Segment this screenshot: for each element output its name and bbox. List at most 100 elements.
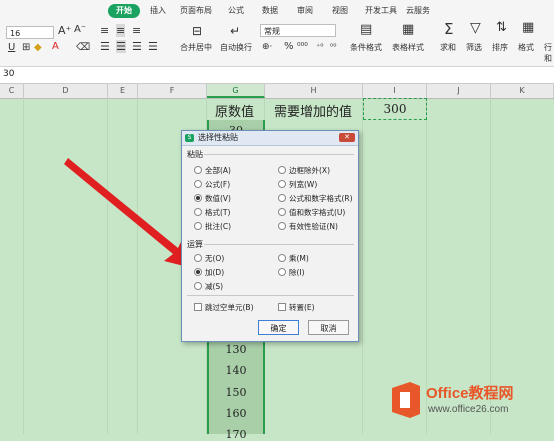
conditional-format-icon[interactable]: ▤: [360, 22, 372, 37]
tab-view[interactable]: 视图: [332, 4, 348, 18]
radio-op-none[interactable]: 无(O): [194, 253, 224, 264]
underline-icon[interactable]: U: [8, 42, 15, 53]
justify-icon[interactable]: ☰: [148, 40, 158, 53]
column-header-j[interactable]: J: [427, 84, 491, 98]
clear-icon[interactable]: ⌫: [76, 42, 90, 53]
radio-paste-formula-number[interactable]: 公式和数字格式(R): [278, 193, 353, 204]
filter-button[interactable]: 筛选: [466, 42, 482, 53]
cell-value[interactable]: 140: [207, 364, 265, 377]
tab-developer[interactable]: 开发工具: [365, 4, 397, 18]
table-style-button[interactable]: 表格样式: [392, 42, 424, 53]
radio-op-subtract[interactable]: 减(S): [194, 281, 223, 292]
merge-center-icon[interactable]: ⊟: [192, 24, 202, 38]
grow-font-icon[interactable]: A⁺: [58, 24, 71, 37]
header-add-value[interactable]: 需要增加的值: [274, 101, 352, 120]
sum-icon[interactable]: Σ: [444, 20, 453, 38]
formula-bar[interactable]: 30: [0, 67, 554, 84]
shrink-font-icon[interactable]: A⁻: [74, 24, 86, 35]
ok-button[interactable]: 确定: [258, 320, 299, 335]
tab-page-layout[interactable]: 页面布局: [180, 4, 212, 18]
copied-cell-i[interactable]: 300: [363, 98, 427, 120]
header-original-value[interactable]: 原数值: [215, 101, 254, 120]
format-button[interactable]: 格式: [518, 42, 534, 53]
radio-paste-value-number[interactable]: 值和数字格式(U): [278, 207, 345, 218]
brand-url: www.office26.com: [428, 404, 509, 415]
dialog-title: 选择性粘贴: [198, 133, 238, 142]
percent-icon[interactable]: %: [284, 41, 294, 52]
radio-paste-formulas[interactable]: 公式(F): [194, 179, 230, 190]
thousands-icon[interactable]: ⁰⁰⁰: [297, 42, 308, 52]
column-header-k[interactable]: K: [491, 84, 554, 98]
border-icon[interactable]: ⊞: [22, 42, 30, 53]
divider: [187, 295, 354, 296]
merge-center-button[interactable]: 合并居中: [180, 42, 212, 53]
radio-paste-values[interactable]: 数值(V): [194, 193, 231, 204]
wrap-text-icon[interactable]: ↵: [230, 24, 240, 38]
tab-cloud[interactable]: 云服务: [406, 4, 430, 18]
radio-paste-validation[interactable]: 有效性验证(N): [278, 221, 338, 232]
column-header-row: C D E F G H I J K: [0, 84, 554, 99]
radio-paste-formats[interactable]: 格式(T): [194, 207, 230, 218]
tab-review[interactable]: 审阅: [297, 4, 313, 18]
align-middle-icon[interactable]: ≡: [116, 24, 126, 37]
column-header-d[interactable]: D: [24, 84, 108, 98]
radio-paste-col-width[interactable]: 列宽(W): [278, 179, 317, 190]
cell-value[interactable]: 130: [207, 343, 265, 356]
tab-data[interactable]: 数据: [262, 4, 278, 18]
decimal-inc-icon[interactable]: ⁺⁰: [316, 42, 323, 51]
align-top-icon[interactable]: ≡: [100, 24, 109, 37]
tab-home[interactable]: 开始: [108, 4, 140, 18]
checkbox-skip-blanks[interactable]: 跳过空单元(B): [194, 302, 254, 313]
number-format-value: 常规: [264, 27, 280, 36]
align-center-icon[interactable]: ☰: [116, 40, 126, 53]
font-color-icon[interactable]: A: [52, 41, 59, 52]
radio-op-divide[interactable]: 除(I): [278, 267, 305, 278]
decimal-dec-icon[interactable]: ⁰⁰: [330, 42, 336, 51]
number-format-combo[interactable]: 常规: [260, 24, 336, 37]
column-header-c[interactable]: C: [0, 84, 24, 98]
cell-value[interactable]: 170: [207, 428, 265, 441]
gridline: [23, 98, 24, 434]
ribbon: 开始 插入 页面布局 公式 数据 审阅 视图 开发工具 云服务 16 A⁺ A⁻…: [0, 0, 554, 67]
checkbox-transpose[interactable]: 转置(E): [278, 302, 315, 313]
fill-color-icon[interactable]: ◆: [34, 42, 42, 53]
operation-section-label: 运算: [187, 240, 203, 249]
font-size-combo[interactable]: 16: [6, 26, 54, 39]
wrap-text-button[interactable]: 自动换行: [220, 42, 252, 53]
radio-op-multiply[interactable]: 乘(M): [278, 253, 309, 264]
column-header-e[interactable]: E: [108, 84, 138, 98]
radio-op-add[interactable]: 加(D): [194, 267, 224, 278]
sort-icon[interactable]: ⇅: [496, 20, 507, 35]
radio-paste-comments[interactable]: 批注(C): [194, 221, 231, 232]
column-header-i[interactable]: I: [363, 84, 427, 98]
sum-button[interactable]: 求和: [440, 42, 456, 53]
table-style-icon[interactable]: ▦: [402, 22, 414, 37]
row-col-button[interactable]: 行和: [544, 42, 554, 64]
column-header-h[interactable]: H: [265, 84, 363, 98]
gridline: [362, 98, 363, 434]
radio-paste-all[interactable]: 全部(A): [194, 165, 231, 176]
conditional-format-button[interactable]: 条件格式: [350, 42, 382, 53]
cell-value[interactable]: 150: [207, 386, 265, 399]
tab-insert[interactable]: 插入: [150, 4, 166, 18]
radio-paste-no-borders[interactable]: 边框除外(X): [278, 165, 330, 176]
column-header-f[interactable]: F: [138, 84, 207, 98]
paste-special-dialog: S 选择性粘贴 ✕ 粘贴 全部(A) 公式(F) 数值(V) 格式(T) 批注(…: [181, 130, 359, 342]
align-right-icon[interactable]: ☰: [132, 40, 142, 53]
office-logo-icon: [392, 382, 420, 418]
filter-icon[interactable]: ▽: [470, 20, 481, 36]
align-left-icon[interactable]: ☰: [100, 40, 110, 53]
format-icon[interactable]: ▦: [522, 20, 534, 35]
brand-watermark: Office教程网 www.office26.com: [388, 378, 548, 428]
divider: [204, 154, 354, 155]
currency-icon[interactable]: ⊕·: [262, 42, 272, 52]
align-bottom-icon[interactable]: ≡: [132, 24, 141, 37]
tab-formulas[interactable]: 公式: [228, 4, 244, 18]
paste-section-label: 粘贴: [187, 150, 203, 159]
close-button[interactable]: ✕: [339, 133, 355, 142]
cancel-button[interactable]: 取消: [308, 320, 349, 335]
cell-value[interactable]: 160: [207, 407, 265, 420]
sort-button[interactable]: 排序: [492, 42, 508, 53]
dialog-titlebar[interactable]: S 选择性粘贴 ✕: [182, 131, 358, 146]
column-header-g[interactable]: G: [207, 84, 265, 98]
